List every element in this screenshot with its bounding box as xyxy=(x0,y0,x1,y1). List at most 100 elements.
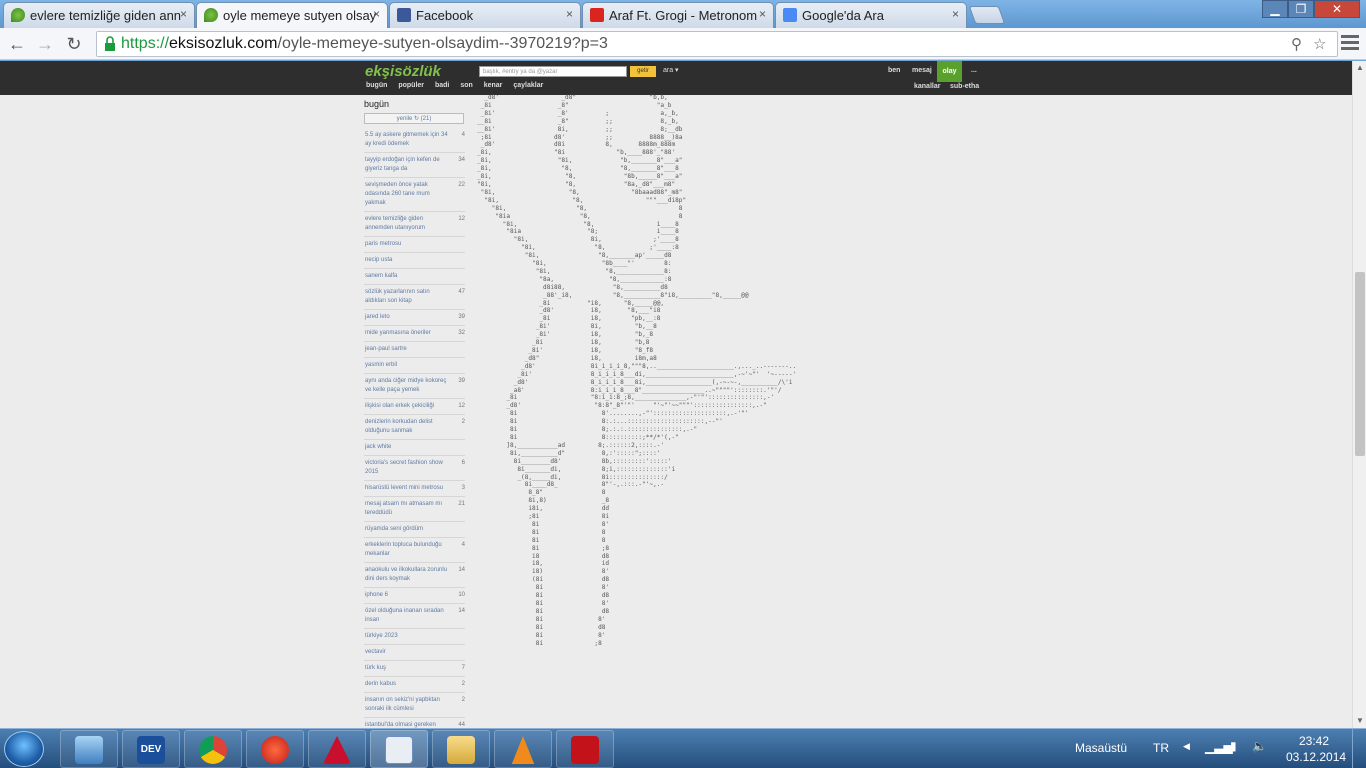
taskbar-explorer[interactable] xyxy=(432,730,490,768)
show-desktop-button[interactable] xyxy=(1352,729,1366,768)
topic-item[interactable]: aynı anda ciğer midye kokoreç ve kelle p… xyxy=(364,374,465,399)
topic-item[interactable]: tayyip erdoğan için kefen de giyeriz tan… xyxy=(364,153,465,178)
nav-badi[interactable]: badi xyxy=(435,82,449,89)
topic-title: jean-paul sartre xyxy=(365,346,407,352)
refresh-button[interactable]: yenile ↻ (21) xyxy=(364,113,464,124)
taskbar-acrobat[interactable] xyxy=(556,730,614,768)
tab-1[interactable]: oyle memeye sutyen olsay × xyxy=(196,2,388,28)
topic-item[interactable]: 5.5 ay askere gitmemek için 34 ay kredi … xyxy=(364,128,465,153)
topic-item[interactable]: mide yanmasına öneriler 32 xyxy=(364,326,465,342)
taskbar-virtualbox[interactable] xyxy=(60,730,118,768)
topic-item[interactable]: anaokulu ve ilkokullara zorunlu dini der… xyxy=(364,563,465,588)
minimize-button[interactable]: ▁ xyxy=(1262,0,1288,18)
topic-title: insanın on sekiz'ni yapbktan sonraki ilk… xyxy=(365,697,440,712)
topic-item[interactable]: sözlük yazarlarının satın aldıkları son … xyxy=(364,285,465,310)
kanallar-link[interactable]: kanallar xyxy=(914,83,940,90)
new-tab-button[interactable] xyxy=(968,6,1006,24)
taskbar-ccleaner[interactable] xyxy=(246,730,304,768)
close-icon[interactable]: × xyxy=(759,7,766,21)
clock-date[interactable]: 03.12.2014 xyxy=(1286,750,1346,764)
clock-time[interactable]: 23:42 xyxy=(1299,734,1329,748)
network-signal-icon[interactable]: ▁▃▅ xyxy=(1205,740,1233,754)
nav-son[interactable]: son xyxy=(460,82,472,89)
taskbar-vlc[interactable] xyxy=(494,730,552,768)
close-icon[interactable]: × xyxy=(952,7,959,21)
taskbar-chrome[interactable] xyxy=(184,730,242,768)
topic-title: ilişkisi olan erkek çekiciliği xyxy=(365,403,435,409)
topic-item[interactable]: jared leto 39 xyxy=(364,310,465,326)
desktop-toolbar-label[interactable]: Masaüstü xyxy=(1075,741,1127,755)
more-menu[interactable]: ... xyxy=(971,67,977,74)
volume-icon[interactable]: 🔈 xyxy=(1252,739,1267,753)
olay-button[interactable]: olay xyxy=(937,61,962,82)
maximize-button[interactable]: ❐ xyxy=(1288,0,1314,18)
scroll-down-icon[interactable]: ▼ xyxy=(1353,714,1366,728)
topic-item[interactable]: evlere temizliğe giden annemden utanıyor… xyxy=(364,212,465,237)
topic-item[interactable]: necip usta xyxy=(364,253,465,269)
topic-entry-count: 12 xyxy=(458,216,465,222)
close-icon[interactable]: × xyxy=(180,7,187,21)
topic-item[interactable]: derin kabus 2 xyxy=(364,677,465,693)
scrollbar-thumb[interactable] xyxy=(1355,272,1365,456)
battery-icon[interactable]: ▮ xyxy=(1230,739,1237,753)
chrome-menu-icon[interactable] xyxy=(1341,35,1359,51)
site-logo[interactable]: ekşisözlük xyxy=(365,63,441,80)
topic-item[interactable]: erkeklerin topluca bulunduğu mekanlar 4 xyxy=(364,538,465,563)
tab-0[interactable]: evlere temizliğe giden ann × xyxy=(3,2,195,28)
facebook-icon xyxy=(397,8,411,22)
tab-2[interactable]: Facebook × xyxy=(389,2,581,28)
taskbar-devcpp[interactable]: DEV xyxy=(122,730,180,768)
forward-arrow-icon[interactable]: → xyxy=(34,33,56,55)
page-scrollbar[interactable]: ▲ ▼ xyxy=(1352,61,1366,728)
nav-kenar[interactable]: kenar xyxy=(484,82,503,89)
topic-item[interactable]: türkiye 2023 xyxy=(364,629,465,645)
address-bar[interactable]: https://eksisozluk.com/oyle-memeye-sutye… xyxy=(96,31,1338,57)
nav-populer[interactable]: popüler xyxy=(398,82,424,89)
topic-item[interactable]: rüyamda seni gördüm xyxy=(364,522,465,538)
tab-3[interactable]: Araf Ft. Grogi - Metronom × xyxy=(582,2,774,28)
bookmark-star-icon[interactable]: ☆ xyxy=(1313,35,1326,53)
taskbar-wordpad[interactable] xyxy=(370,730,428,768)
nav-bugun[interactable]: bugün xyxy=(366,82,387,89)
topic-title: anaokulu ve ilkokullara zorunlu dini der… xyxy=(365,567,448,582)
topic-item[interactable]: victoria's secret fashion show 2015 6 xyxy=(364,456,465,481)
topic-item[interactable]: yasmin erbil xyxy=(364,358,465,374)
start-button[interactable] xyxy=(4,731,44,767)
topic-item[interactable]: ilişkisi olan erkek çekiciliği 12 xyxy=(364,399,465,415)
topic-title: türk kuş xyxy=(365,665,387,671)
topic-title: paris metrosu xyxy=(365,241,402,247)
search-button[interactable]: getir xyxy=(630,66,656,77)
language-indicator[interactable]: TR xyxy=(1153,741,1169,755)
sub-etha-link[interactable]: sub-etha xyxy=(950,83,979,90)
close-window-button[interactable]: ✕ xyxy=(1314,0,1360,18)
topic-item[interactable]: jack white xyxy=(364,440,465,456)
search-mode-dropdown[interactable]: ara ▾ xyxy=(663,66,679,74)
topic-item[interactable]: türk kuş 7 xyxy=(364,661,465,677)
tab-4[interactable]: Google'da Ara × xyxy=(775,2,967,28)
back-arrow-icon[interactable]: ← xyxy=(6,33,28,55)
topic-item[interactable]: vectavir xyxy=(364,645,465,661)
topic-item[interactable]: insanın on sekiz'ni yapbktan sonraki ilk… xyxy=(364,693,465,718)
topic-item[interactable]: özel olduğuna inanan sıradan insan 14 xyxy=(364,604,465,629)
topic-item[interactable]: iphone 6 10 xyxy=(364,588,465,604)
close-icon[interactable]: × xyxy=(566,7,573,21)
ben-link[interactable]: ben xyxy=(888,67,900,74)
topic-item[interactable]: sanem kalfa xyxy=(364,269,465,285)
search-input[interactable]: başlık, #entry ya da @yazar xyxy=(479,66,627,77)
scroll-up-icon[interactable]: ▲ xyxy=(1353,61,1366,75)
zoom-icon[interactable]: ⚲ xyxy=(1291,35,1302,53)
topic-item[interactable]: mesaj atsam mı atmasam mı tereddüdü 21 xyxy=(364,497,465,522)
nav-caylaklar[interactable]: çaylaklar xyxy=(513,82,543,89)
topic-item[interactable]: sevişmeden önce yatak odasında 260 tane … xyxy=(364,178,465,212)
taskbar-autocad[interactable] xyxy=(308,730,366,768)
close-icon[interactable]: × xyxy=(373,7,380,21)
topic-item[interactable]: istanbul'da olmasi gereken metro hattı 44 xyxy=(364,718,465,728)
topic-entry-count: 32 xyxy=(458,330,465,336)
topic-item[interactable]: denizlerin korkudan delist olduğunu sanm… xyxy=(364,415,465,440)
topic-item[interactable]: hisarüstü levent mini metrosu 3 xyxy=(364,481,465,497)
topic-item[interactable]: jean-paul sartre xyxy=(364,342,465,358)
mesaj-link[interactable]: mesaj xyxy=(912,67,932,74)
topic-item[interactable]: paris metrosu xyxy=(364,237,465,253)
tray-expand-icon[interactable]: ◀ xyxy=(1183,741,1190,752)
reload-icon[interactable]: ↻ xyxy=(63,33,85,55)
